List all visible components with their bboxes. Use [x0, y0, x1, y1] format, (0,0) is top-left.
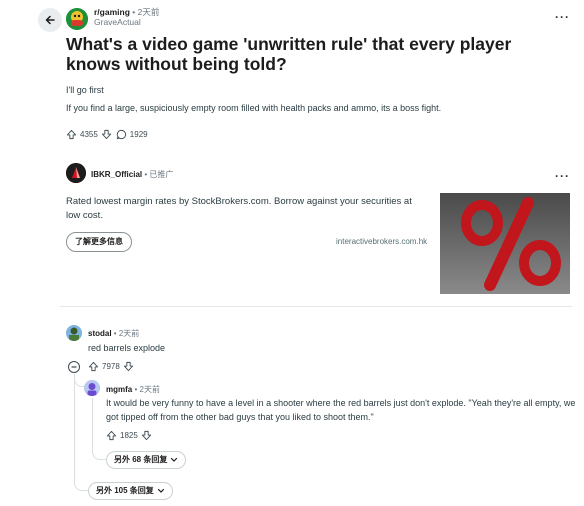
upvote-icon	[88, 361, 99, 372]
comment-actions: 7978	[88, 361, 134, 372]
vote-count: 4355	[80, 130, 98, 139]
ad-more-button[interactable]: ···	[555, 169, 570, 183]
downvote-icon	[101, 129, 111, 140]
learn-more-button[interactable]: 了解更多信息	[66, 232, 132, 252]
ad-text: Rated lowest margin rates by StockBroker…	[66, 196, 412, 221]
more-replies-label: 另外 68 条回复	[114, 455, 168, 464]
post-body-line: If you find a large, suspiciously empty …	[66, 103, 442, 113]
comment-time: 2天前	[139, 385, 160, 394]
upvote-icon	[106, 430, 117, 441]
subreddit-avatar[interactable]	[66, 8, 88, 30]
thread-connector	[74, 374, 84, 387]
comment-actions: 1825	[106, 430, 152, 441]
comment-icon	[116, 129, 126, 140]
downvote-button[interactable]	[101, 129, 112, 140]
comment-time: 2天前	[118, 329, 140, 338]
chevron-down-icon	[171, 457, 178, 462]
ad-meta: IBKR_Official • 已推广	[91, 170, 174, 179]
ad-image[interactable]	[440, 193, 570, 294]
more-replies-button[interactable]: 另外 105 条回复	[88, 482, 173, 500]
comment-author[interactable]: stodal	[88, 329, 112, 338]
back-button[interactable]	[38, 8, 62, 32]
thread-line	[92, 398, 93, 450]
ibkr-logo-icon	[66, 163, 86, 183]
ad-domain[interactable]: interactivebrokers.com.hk	[336, 237, 427, 246]
downvote-icon	[141, 430, 151, 441]
downvote-button[interactable]	[123, 361, 134, 372]
more-replies-label: 另外 105 条回复	[96, 486, 154, 495]
vote-count: 1825	[120, 431, 138, 440]
chevron-down-icon	[157, 488, 164, 493]
comment-avatar[interactable]	[84, 380, 100, 396]
comment-count: 1929	[129, 130, 148, 139]
thread-line	[74, 374, 75, 480]
collapse-icon	[71, 366, 77, 368]
comment-text: It would be very funny to have a level i…	[106, 398, 576, 422]
downvote-icon	[123, 361, 133, 372]
divider	[60, 306, 572, 307]
more-icon: ···	[555, 10, 570, 24]
thread-connector	[74, 478, 88, 491]
comment-avatar[interactable]	[66, 325, 82, 341]
collapse-thread-button[interactable]	[68, 361, 80, 373]
advertiser-avatar[interactable]	[66, 163, 86, 183]
upvote-button[interactable]	[88, 361, 99, 372]
post-time: 2天前	[137, 7, 160, 17]
subreddit-name[interactable]: r/gaming	[94, 7, 130, 17]
gaming-controller-icon	[66, 8, 88, 30]
back-arrow-icon	[45, 15, 55, 25]
advertiser-name[interactable]: IBKR_Official	[91, 170, 142, 179]
post-body-line: I'll go first	[66, 85, 104, 95]
comment-meta: mgmfa • 2天前	[106, 385, 160, 394]
comment-author[interactable]: mgmfa	[106, 385, 132, 394]
upvote-icon	[66, 129, 77, 140]
promoted-label: 已推广	[149, 170, 174, 179]
downvote-button[interactable]	[141, 430, 152, 441]
comments-button[interactable]	[116, 129, 127, 140]
vote-count: 7978	[102, 362, 120, 371]
thread-connector	[92, 447, 106, 460]
post-actions: 4355 1929	[66, 129, 151, 140]
more-replies-button[interactable]: 另外 68 条回复	[106, 451, 187, 469]
comment-text: red barrels explode	[88, 343, 166, 353]
user-avatar-icon	[66, 325, 82, 341]
upvote-button[interactable]	[66, 129, 77, 140]
post-author[interactable]: GraveActual	[94, 17, 159, 27]
post-meta: r/gaming • 2天前 GraveActual	[94, 7, 160, 27]
post-more-button[interactable]: ···	[555, 10, 570, 24]
upvote-button[interactable]	[106, 430, 117, 441]
more-icon: ···	[555, 169, 570, 183]
comment-meta: stodal • 2天前	[88, 329, 140, 338]
user-avatar-icon	[84, 380, 100, 396]
post-title: What's a video game 'unwritten rule' tha…	[66, 34, 512, 74]
